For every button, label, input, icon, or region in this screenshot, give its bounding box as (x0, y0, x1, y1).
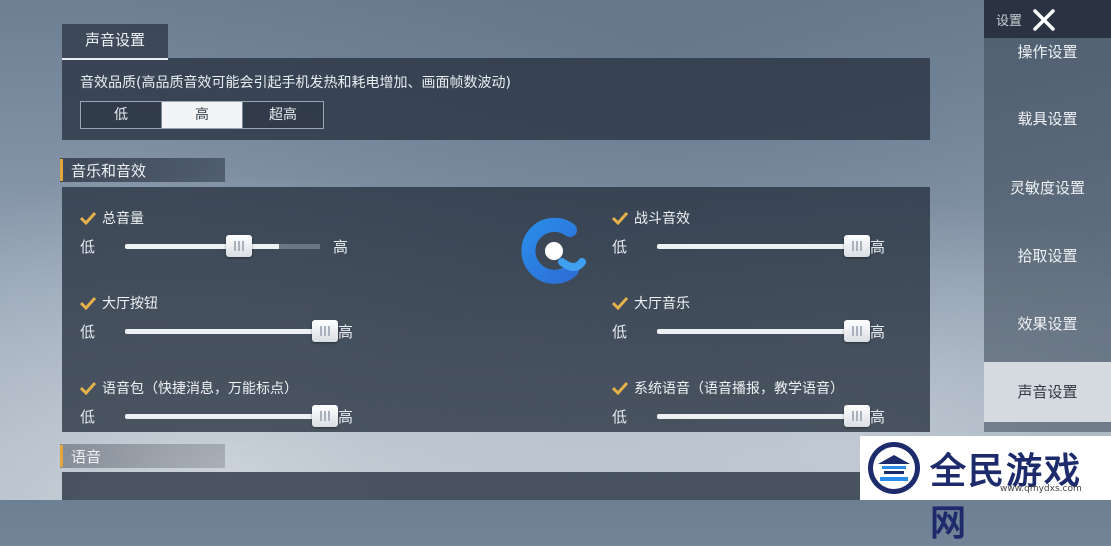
system-voice-toggle[interactable]: 系统语音（语音播报，教学语音） (612, 378, 844, 398)
master-volume-slider-handle[interactable] (226, 235, 252, 257)
slider-label: 战斗音效 (634, 211, 690, 227)
slider-track-remainder (279, 244, 320, 249)
voice-pack-slider-track[interactable] (125, 405, 338, 427)
voice-pack-toggle[interactable]: 语音包（快捷消息，万能标点） (80, 378, 298, 398)
temple-logo-icon (868, 442, 920, 494)
master-volume-slider-track[interactable] (125, 235, 320, 257)
slider-label: 总音量 (102, 211, 144, 227)
slider-label: 大厅音乐 (634, 296, 690, 312)
quality-segmented-control: 低 高 超高 (80, 101, 324, 129)
checkmark-icon[interactable] (612, 381, 628, 395)
sidebar-item-sensitivity[interactable]: 灵敏度设置 (984, 176, 1111, 200)
slider-high-label: 高 (870, 323, 886, 341)
sidebar-item-effects[interactable]: 效果设置 (984, 312, 1111, 336)
quality-option-ultra[interactable]: 超高 (243, 102, 323, 128)
slider-label: 系统语音（语音播报，教学语音） (634, 381, 844, 397)
battle-sfx-slider-track[interactable] (657, 235, 870, 257)
checkmark-icon[interactable] (80, 296, 96, 310)
sidebar-title: 设置 (996, 14, 1023, 29)
sidebar-item-vehicle[interactable]: 载具设置 (984, 107, 1111, 131)
lobby-button-toggle[interactable]: 大厅按钮 (80, 293, 158, 313)
slider-low-label: 低 (612, 323, 628, 341)
system-voice-slider-handle[interactable] (844, 405, 870, 427)
checkmark-icon[interactable] (612, 296, 628, 310)
section-voice: 语音 (60, 444, 225, 468)
slider-high-label: 高 (870, 408, 886, 426)
section-title: 音乐和音效 (71, 161, 147, 180)
lobby-music-toggle[interactable]: 大厅音乐 (612, 293, 690, 313)
checkmark-icon[interactable] (612, 211, 628, 225)
slider-low-label: 低 (80, 408, 96, 426)
slider-low-label: 低 (80, 323, 96, 341)
slider-low-label: 低 (612, 238, 628, 256)
slider-label: 大厅按钮 (102, 296, 158, 312)
sidebar-item-sound[interactable]: 声音设置 (984, 362, 1111, 422)
slider-high-label: 高 (338, 408, 354, 426)
sidebar-item-operation[interactable]: 操作设置 (984, 40, 1111, 64)
slider-low-label: 低 (612, 408, 628, 426)
quality-option-high[interactable]: 高 (162, 102, 243, 128)
master-volume-toggle[interactable]: 总音量 (80, 208, 144, 228)
c-logo-icon (521, 217, 586, 284)
checkmark-icon[interactable] (80, 211, 96, 225)
watermark-url: www.qmydxs.com (1000, 484, 1082, 494)
battle-sfx-toggle[interactable]: 战斗音效 (612, 208, 690, 228)
slider-label: 语音包（快捷消息，万能标点） (102, 381, 298, 397)
slider-high-label: 高 (870, 238, 886, 256)
battle-sfx-slider-handle[interactable] (844, 235, 870, 257)
section-title: 语音 (71, 447, 102, 466)
slider-high-label: 高 (338, 323, 354, 341)
lobby-music-slider-handle[interactable] (844, 320, 870, 342)
lobby-button-slider-handle[interactable] (312, 320, 338, 342)
lobby-music-slider-track[interactable] (657, 320, 870, 342)
quality-option-low[interactable]: 低 (81, 102, 162, 128)
lobby-button-slider-track[interactable] (125, 320, 338, 342)
checkmark-icon[interactable] (80, 381, 96, 395)
section-music-effects: 音乐和音效 (60, 158, 225, 182)
sidebar-item-pickup[interactable]: 拾取设置 (984, 244, 1111, 268)
system-voice-slider-track[interactable] (657, 405, 870, 427)
quality-description: 音效品质(高品质音效可能会引起手机发热和耗电增加、画面帧数波动) (80, 75, 511, 91)
slider-high-label: 高 (333, 238, 349, 256)
voice-pack-slider-handle[interactable] (312, 405, 338, 427)
close-icon[interactable] (1030, 6, 1058, 34)
tab-sound-settings[interactable]: 声音设置 (62, 24, 168, 60)
voice-panel (62, 472, 860, 500)
watermark-logo-text: 全民游戏网 (930, 450, 1083, 544)
slider-low-label: 低 (80, 238, 96, 256)
